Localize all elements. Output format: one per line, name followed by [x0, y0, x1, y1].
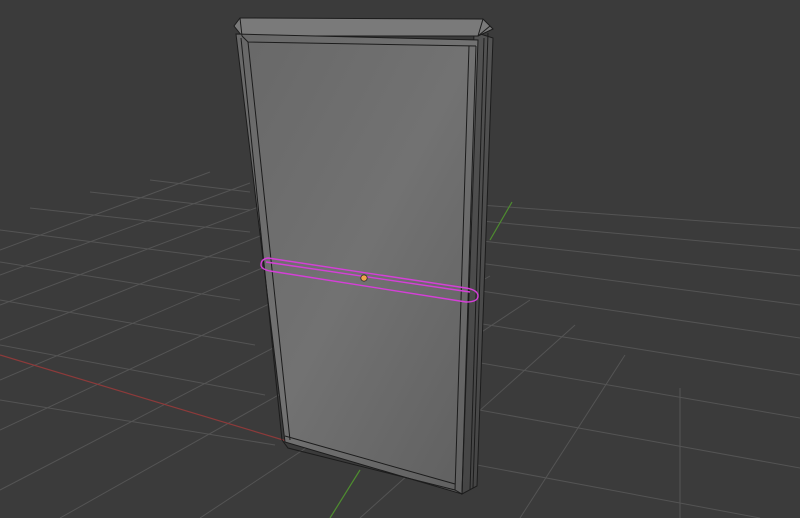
mesh-front-face[interactable] [235, 33, 479, 495]
viewport-scene[interactable] [0, 0, 800, 518]
mesh-top-face[interactable] [233, 17, 494, 37]
3d-viewport[interactable] [0, 0, 800, 518]
x-axis-line [0, 354, 301, 446]
origin-dot-icon[interactable] [360, 274, 368, 282]
y-axis-line-back [489, 201, 513, 241]
y-axis-line-front [329, 469, 361, 518]
rectangular-slab-mesh[interactable] [233, 17, 494, 495]
